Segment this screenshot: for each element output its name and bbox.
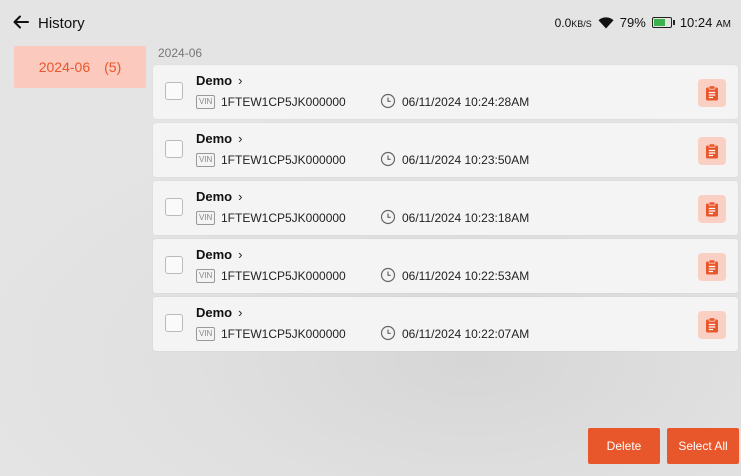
network-speed: 0.0KB/S bbox=[554, 15, 592, 30]
vin-number: 1FTEW1CP5JK000000 bbox=[221, 269, 346, 283]
chevron-right-icon: › bbox=[238, 305, 243, 320]
clipboard-icon bbox=[706, 85, 718, 101]
select-all-button[interactable]: Select All bbox=[667, 428, 739, 464]
row-title[interactable]: Demo › bbox=[196, 247, 242, 262]
wifi-icon bbox=[598, 16, 614, 28]
clock-icon bbox=[380, 267, 396, 283]
row-checkbox[interactable] bbox=[165, 198, 183, 216]
delete-button[interactable]: Delete bbox=[588, 428, 660, 464]
vin-number: 1FTEW1CP5JK000000 bbox=[221, 95, 346, 109]
vin-number: 1FTEW1CP5JK000000 bbox=[221, 211, 346, 225]
record-name: Demo bbox=[196, 73, 233, 88]
vin-badge: VIN bbox=[196, 95, 216, 109]
sidebar-tab-count: (5) bbox=[104, 59, 122, 75]
row-checkbox[interactable] bbox=[165, 82, 183, 100]
clock-icon bbox=[380, 209, 396, 225]
clock-icon bbox=[380, 93, 396, 109]
record-name: Demo bbox=[196, 305, 233, 320]
clock-icon bbox=[380, 151, 396, 167]
clipboard-icon bbox=[706, 259, 718, 275]
record-datetime: 06/11/2024 10:24:28AM bbox=[402, 95, 530, 109]
chevron-right-icon: › bbox=[238, 131, 243, 146]
back-button[interactable] bbox=[12, 13, 30, 31]
clipboard-icon bbox=[706, 143, 718, 159]
clock-time: 10:24 AM bbox=[679, 15, 731, 30]
record-datetime: 06/11/2024 10:23:18AM bbox=[402, 211, 530, 225]
report-button[interactable] bbox=[698, 137, 726, 165]
report-button[interactable] bbox=[698, 253, 726, 281]
record-datetime: 06/11/2024 10:22:07AM bbox=[402, 327, 530, 341]
row-title[interactable]: Demo › bbox=[196, 131, 242, 146]
vin-badge: VIN bbox=[196, 269, 216, 283]
chevron-right-icon: › bbox=[238, 73, 243, 88]
clipboard-icon bbox=[706, 317, 718, 333]
row-title[interactable]: Demo › bbox=[196, 305, 242, 320]
history-row[interactable]: Demo › VIN 1FTEW1CP5JK000000 06/11/2024 1… bbox=[153, 181, 738, 235]
chevron-right-icon: › bbox=[238, 189, 243, 204]
report-button[interactable] bbox=[698, 195, 726, 223]
group-label: 2024-06 bbox=[158, 46, 203, 60]
vin-badge: VIN bbox=[196, 211, 216, 225]
top-bar: History 0.0KB/S 79% 10:24 AM bbox=[0, 0, 741, 44]
history-row[interactable]: Demo › VIN 1FTEW1CP5JK000000 06/11/2024 1… bbox=[153, 297, 738, 351]
arrow-left-icon bbox=[13, 15, 29, 29]
vin-badge: VIN bbox=[196, 153, 216, 167]
history-row[interactable]: Demo › VIN 1FTEW1CP5JK000000 06/11/2024 1… bbox=[153, 123, 738, 177]
clock-icon bbox=[380, 325, 396, 341]
row-title[interactable]: Demo › bbox=[196, 189, 242, 204]
history-row[interactable]: Demo › VIN 1FTEW1CP5JK000000 06/11/2024 1… bbox=[153, 239, 738, 293]
record-datetime: 06/11/2024 10:23:50AM bbox=[402, 153, 530, 167]
row-checkbox[interactable] bbox=[165, 314, 183, 332]
row-title[interactable]: Demo › bbox=[196, 73, 242, 88]
row-checkbox[interactable] bbox=[165, 256, 183, 274]
vin-number: 1FTEW1CP5JK000000 bbox=[221, 327, 346, 341]
record-name: Demo bbox=[196, 247, 233, 262]
clipboard-icon bbox=[706, 201, 718, 217]
report-button[interactable] bbox=[698, 79, 726, 107]
record-name: Demo bbox=[196, 189, 233, 204]
vin-badge: VIN bbox=[196, 327, 216, 341]
sidebar-tab-label: 2024-06 bbox=[38, 59, 91, 75]
vin-number: 1FTEW1CP5JK000000 bbox=[221, 153, 346, 167]
report-button[interactable] bbox=[698, 311, 726, 339]
chevron-right-icon: › bbox=[238, 247, 243, 262]
page-title: History bbox=[38, 15, 85, 32]
record-datetime: 06/11/2024 10:22:53AM bbox=[402, 269, 530, 283]
record-name: Demo bbox=[196, 131, 233, 146]
sidebar-tab-2024-06[interactable]: 2024-06 (5) bbox=[14, 46, 146, 88]
history-row[interactable]: Demo › VIN 1FTEW1CP5JK000000 06/11/2024 1… bbox=[153, 65, 738, 119]
battery-percent: 79% bbox=[619, 15, 646, 30]
status-bar: 0.0KB/S 79% 10:24 AM bbox=[555, 15, 731, 30]
row-checkbox[interactable] bbox=[165, 140, 183, 158]
battery-icon bbox=[651, 17, 675, 28]
